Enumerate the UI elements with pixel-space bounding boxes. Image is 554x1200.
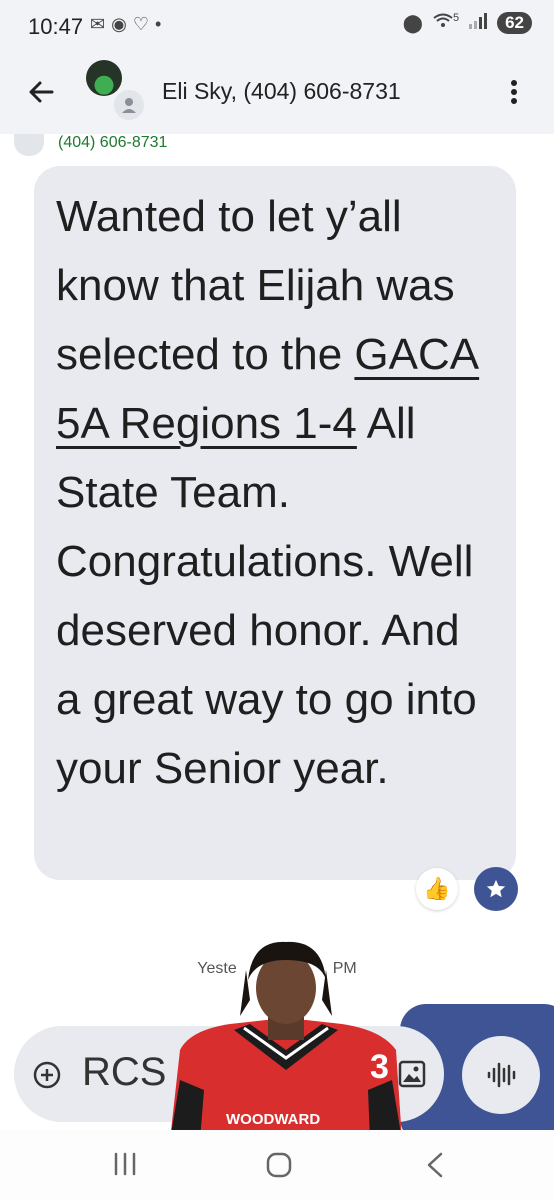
voice-message-button[interactable] xyxy=(462,1036,540,1114)
battery-badge: 62 xyxy=(497,12,532,34)
app-bar: Eli Sky, (404) 606-8731 xyxy=(0,52,554,134)
thumbs-up-reaction-icon[interactable]: 👍 xyxy=(416,868,458,910)
contact-avatar xyxy=(86,60,122,96)
heart-pulse-icon: ♡ xyxy=(132,14,155,34)
waveform-icon xyxy=(487,1062,516,1088)
more-options-button[interactable] xyxy=(502,76,526,108)
player-photo-overlay: 3 WOODWARD xyxy=(170,940,402,1140)
home-icon xyxy=(266,1152,292,1178)
location-icon: ⬤ xyxy=(402,12,423,33)
status-time: 10:47 xyxy=(28,14,84,39)
recent-apps-icon xyxy=(114,1152,136,1176)
image-icon xyxy=(398,1060,426,1088)
conversation-title[interactable]: Eli Sky, (404) 606-8731 xyxy=(162,78,401,105)
message-text: Wanted to let y’all know that Elijah was… xyxy=(56,182,494,803)
gallery-button[interactable] xyxy=(398,1060,426,1088)
add-circle-icon xyxy=(33,1061,61,1089)
star-reaction-icon[interactable] xyxy=(474,867,518,911)
more-vert-icon xyxy=(511,80,517,104)
basketball-icon: ◉ xyxy=(111,14,133,34)
group-avatar[interactable] xyxy=(86,60,146,122)
sender-number: (404) 606-8731 xyxy=(58,134,168,151)
person-avatar-icon xyxy=(112,88,146,122)
signal-icon xyxy=(469,12,488,34)
back-arrow-button[interactable] xyxy=(26,76,58,108)
dot-icon: • xyxy=(154,14,168,34)
svg-text:WOODWARD: WOODWARD xyxy=(226,1111,320,1128)
message-input[interactable]: RCS xyxy=(82,1050,166,1095)
svg-text:3: 3 xyxy=(370,1048,389,1086)
wifi-icon xyxy=(433,13,453,34)
home-button[interactable] xyxy=(266,1152,292,1178)
sender-avatar xyxy=(14,134,44,156)
system-navigation-bar xyxy=(0,1130,554,1200)
mail-icon: ✉ xyxy=(90,14,112,34)
message-text-part-2: All State Team. Congratulations. Well de… xyxy=(56,399,477,793)
system-back-button[interactable] xyxy=(424,1152,446,1178)
incoming-message-bubble[interactable]: Wanted to let y’all know that Elijah was… xyxy=(34,166,516,880)
status-right: ⬤ 5 62 xyxy=(403,12,532,34)
wifi-label: 5 xyxy=(452,12,460,24)
status-bar: 10:47 ✉◉♡• ⬤ 5 62 xyxy=(0,0,554,52)
recent-apps-button[interactable] xyxy=(112,1152,138,1176)
chevron-left-icon xyxy=(427,1152,443,1178)
back-arrow-icon xyxy=(29,81,54,103)
notification-icons: ✉◉♡• xyxy=(90,14,167,35)
add-attachment-button[interactable] xyxy=(32,1060,62,1090)
